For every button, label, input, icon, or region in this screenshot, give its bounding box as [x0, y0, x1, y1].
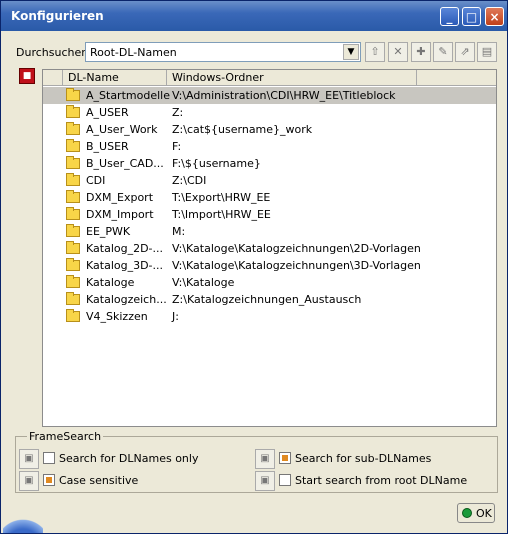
- column-header-dl-name[interactable]: DL-Name: [63, 70, 167, 86]
- link-icon[interactable]: ⇗: [455, 42, 475, 62]
- dl-name-cell: B_USER: [86, 140, 129, 153]
- checkbox-case-sensitive[interactable]: [43, 474, 55, 486]
- edit-icon[interactable]: ✎: [433, 42, 453, 62]
- lock-icon[interactable]: ▣: [255, 449, 275, 469]
- windows-folder-cell: V:\Kataloge\Katalogzeichnungen\3D-Vorlag…: [172, 259, 421, 272]
- search-combo[interactable]: Root-DL-Namen ▼: [85, 42, 361, 62]
- lock-icon[interactable]: ▣: [19, 471, 39, 491]
- folder-icon: [66, 207, 80, 220]
- table-row[interactable]: B_USER F:: [43, 138, 496, 155]
- dl-name-cell: EE_PWK: [86, 225, 131, 238]
- windows-folder-cell: Z:: [172, 106, 184, 119]
- folder-icon: [66, 105, 80, 118]
- folder-icon: [66, 258, 80, 271]
- dl-name-list[interactable]: DL-Name Windows-Ordner A_Startmodelle V:…: [42, 69, 497, 427]
- folder-icon: [66, 88, 80, 101]
- table-row[interactable]: CDI Z:\CDI: [43, 172, 496, 189]
- windows-folder-cell: Z:\cat${username}_work: [172, 123, 313, 136]
- dl-name-cell: DXM_Import: [86, 208, 154, 221]
- search-combo-value: Root-DL-Namen: [90, 46, 177, 59]
- lock-icon[interactable]: ▣: [19, 449, 39, 469]
- checkbox-label: Case sensitive: [59, 474, 139, 487]
- table-row[interactable]: A_Startmodelle V:\Administration\CDI\HRW…: [43, 87, 496, 104]
- column-header-blank: [43, 70, 63, 86]
- dl-name-cell: Katalog_3D-...: [86, 259, 164, 272]
- checkbox-dlnames-only[interactable]: [43, 452, 55, 464]
- dl-name-cell: A_User_Work: [86, 123, 158, 136]
- windows-folder-cell: T:\Export\HRW_EE: [172, 191, 271, 204]
- windows-folder-cell: J:: [172, 310, 179, 323]
- search-label: Durchsuchen:: [16, 46, 92, 59]
- checkbox-label: Search for sub-DLNames: [295, 452, 432, 465]
- windows-folder-cell: V:\Kataloge\Katalogzeichnungen\2D-Vorlag…: [172, 242, 421, 255]
- folder-icon: [66, 292, 80, 305]
- view-icon[interactable]: ▤: [477, 42, 497, 62]
- window-title: Konfigurieren: [11, 9, 104, 23]
- configure-dialog: Konfigurieren _ □ × Durchsuchen: Root-DL…: [0, 0, 508, 534]
- windows-folder-cell: F:\${username}: [172, 157, 261, 170]
- windows-folder-cell: V:\Administration\CDI\HRW_EE\Titleblock: [172, 89, 396, 102]
- windows-folder-cell: V:\Kataloge: [172, 276, 235, 289]
- dl-name-cell: DXM_Export: [86, 191, 154, 204]
- dl-name-cell: Katalog_2D-...: [86, 242, 164, 255]
- windows-folder-cell: T:\Import\HRW_EE: [172, 208, 271, 221]
- close-button[interactable]: ×: [485, 7, 504, 26]
- folder-icon: [66, 173, 80, 186]
- dl-name-cell: B_User_CAD...: [86, 157, 164, 170]
- checkbox-sub-dlnames[interactable]: [279, 452, 291, 464]
- folder-icon: [66, 190, 80, 203]
- dl-name-cell: A_Startmodelle: [86, 89, 170, 102]
- table-row[interactable]: V4_Skizzen J:: [43, 308, 496, 325]
- folder-icon: [66, 122, 80, 135]
- folder-icon: [66, 156, 80, 169]
- folder-icon: [66, 241, 80, 254]
- dl-name-cell: A_USER: [86, 106, 129, 119]
- ok-label: OK: [476, 507, 492, 520]
- table-row[interactable]: Kataloge V:\Kataloge: [43, 274, 496, 291]
- ok-button[interactable]: OK: [457, 503, 495, 523]
- maximize-button[interactable]: □: [462, 7, 481, 26]
- column-header-windows-folder[interactable]: Windows-Ordner: [167, 70, 417, 86]
- windows-folder-cell: Z:\CDI: [172, 174, 207, 187]
- title-bar: Konfigurieren _ □ ×: [1, 1, 507, 31]
- folder-icon: [66, 309, 80, 322]
- dl-name-cell: Kataloge: [86, 276, 135, 289]
- chevron-down-icon[interactable]: ▼: [343, 44, 359, 60]
- folder-icon: [66, 224, 80, 237]
- minimize-button[interactable]: _: [440, 7, 459, 26]
- app-logo: [3, 507, 43, 533]
- windows-folder-cell: Z:\Katalogzeichnungen_Austausch: [172, 293, 362, 306]
- checkbox-root-dlname[interactable]: [279, 474, 291, 486]
- table-row[interactable]: EE_PWK M:: [43, 223, 496, 240]
- lock-icon[interactable]: ▣: [255, 471, 275, 491]
- folder-up-icon[interactable]: ⇧: [365, 42, 385, 62]
- table-row[interactable]: DXM_Import T:\Import\HRW_EE: [43, 206, 496, 223]
- delete-icon[interactable]: ✕: [388, 42, 408, 62]
- windows-folder-cell: F:: [172, 140, 182, 153]
- folder-icon: [66, 139, 80, 152]
- ok-icon: [462, 508, 472, 518]
- lock-icon[interactable]: ■: [19, 68, 35, 84]
- framesearch-title: FrameSearch: [27, 430, 104, 443]
- dl-name-cell: CDI: [86, 174, 106, 187]
- table-row[interactable]: DXM_Export T:\Export\HRW_EE: [43, 189, 496, 206]
- windows-folder-cell: M:: [172, 225, 186, 238]
- dl-name-cell: Katalogzeich...: [86, 293, 167, 306]
- column-header-empty: [417, 70, 496, 86]
- table-row[interactable]: Katalog_2D-... V:\Kataloge\Katalogzeichn…: [43, 240, 496, 257]
- checkbox-label: Start search from root DLName: [295, 474, 468, 487]
- table-row[interactable]: Katalog_3D-... V:\Kataloge\Katalogzeichn…: [43, 257, 496, 274]
- table-row[interactable]: B_User_CAD... F:\${username}: [43, 155, 496, 172]
- checkbox-label: Search for DLNames only: [59, 452, 199, 465]
- folder-icon: [66, 275, 80, 288]
- table-row[interactable]: Katalogzeich... Z:\Katalogzeichnungen_Au…: [43, 291, 496, 308]
- dl-name-cell: V4_Skizzen: [86, 310, 148, 323]
- table-row[interactable]: A_User_Work Z:\cat${username}_work: [43, 121, 496, 138]
- table-row[interactable]: A_USER Z:: [43, 104, 496, 121]
- new-folder-icon[interactable]: ✚: [411, 42, 431, 62]
